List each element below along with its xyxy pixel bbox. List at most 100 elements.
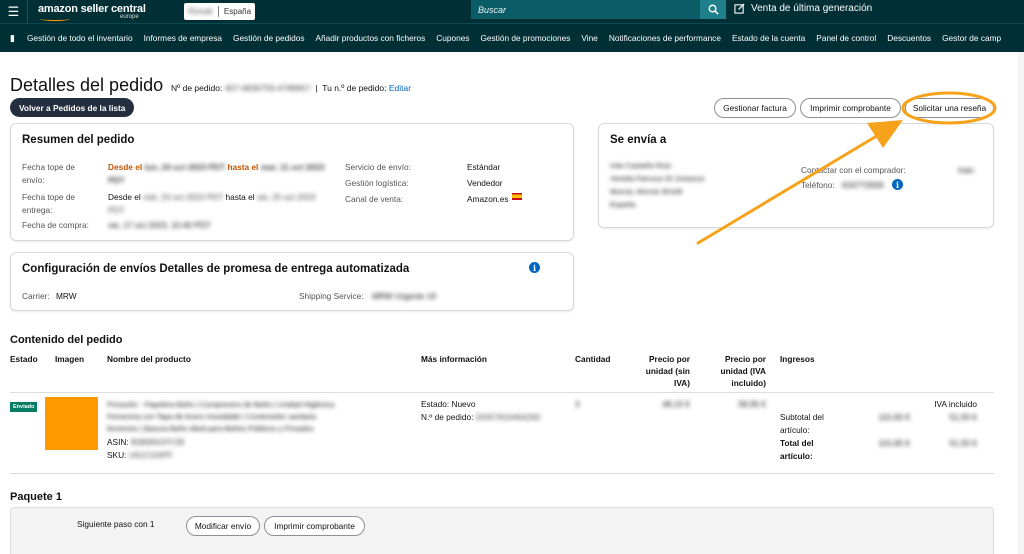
bookmark-icon[interactable]: ▮ — [10, 33, 15, 44]
deliver-by-label: Fecha tope de entrega: — [22, 192, 76, 215]
asin-line: ASIN: B0B9NGFFZB — [107, 436, 184, 449]
carrier-label: Carrier: — [22, 291, 50, 301]
shipping-config-title: Configuración de envíos Detalles de prom… — [22, 263, 410, 275]
modify-shipment-button[interactable]: Modificar envío — [186, 516, 260, 536]
deliver-by-end: vie, 25 oct — [256, 192, 295, 202]
iva-included-label: IVA incluido — [934, 399, 977, 409]
ship-by-mid: hasta el — [227, 162, 259, 172]
col-status: Estado — [10, 354, 38, 364]
amazon-smile-icon — [40, 17, 70, 21]
col-income: Ingresos — [780, 354, 815, 364]
phone-info-icon[interactable]: i — [892, 179, 903, 190]
deliver-by-prefix: Desde el — [108, 192, 141, 202]
ship-to-name: Iván Castaño Ruiz — [610, 161, 672, 170]
col-image: Imagen — [55, 354, 85, 364]
nav-item-discounts[interactable]: Descuentos — [887, 33, 931, 43]
product-name-line-2[interactable]: Femenina con Tapa de Acero Inoxidable | … — [107, 411, 407, 424]
subtotal-value: 115,65 € — [878, 412, 910, 422]
marketplace-name: España — [223, 7, 252, 16]
next-step-label: Siguiente paso con 1 — [77, 519, 155, 529]
col-quantity: Cantidad — [575, 354, 611, 364]
purchase-date-value: vie, 17 oct 2023, 10:40 PDT — [108, 220, 211, 230]
total-iva-value: 51,55 € — [949, 438, 977, 448]
order-summary-title: Resumen del pedido — [22, 134, 135, 146]
manage-invoice-button[interactable]: Gestionar factura — [714, 98, 796, 118]
product-name-line-3[interactable]: femenino | Basura Baño Ideal para Baños … — [107, 423, 407, 436]
request-review-button[interactable]: Solicitar una reseña — [905, 98, 994, 118]
sales-channel-value: Amazon.es — [467, 193, 522, 206]
shipping-service-config-label: Shipping Service: — [299, 291, 364, 301]
ship-by-label: Fecha tope de envío: — [22, 162, 76, 185]
search-bar[interactable]: Buscar — [471, 0, 726, 19]
deliver-by-start: mié, 23 oct 2023 PDT — [143, 192, 224, 202]
nav-item-campaigns[interactable]: Gestor de camp — [942, 33, 1001, 43]
back-to-orders-button[interactable]: Volver a Pedidos de la lista — [10, 98, 135, 117]
marketplace-switcher[interactable]: Rtzoak España — [184, 3, 256, 20]
total-value: 115,65 € — [878, 438, 910, 448]
item-order-line: N.º de pedido: 55457816464260 — [421, 411, 540, 424]
quantity-value: 3 — [575, 399, 580, 409]
seller-central-logo[interactable]: amazon seller central europe — [38, 2, 158, 22]
nav-item-dashboard[interactable]: Panel de control — [816, 33, 876, 43]
print-receipt-button[interactable]: Imprimir comprobante — [800, 98, 901, 118]
contact-buyer-label: Contactar con el comprador: — [801, 165, 906, 175]
asin-value: B0B9NGFFZB — [130, 437, 185, 447]
next-gen-label: Venta de última generación — [751, 3, 873, 14]
ship-to-title: Se envía a — [610, 134, 667, 146]
ship-to-country: España — [610, 200, 636, 209]
carrier-value: MRW — [56, 291, 77, 301]
product-image[interactable] — [45, 397, 98, 450]
subtotal-label: Subtotal del artículo: — [780, 412, 824, 435]
search-input[interactable]: Buscar — [478, 5, 700, 15]
product-name-line-1[interactable]: Pricación - Papelera Baño | Compresero d… — [107, 399, 407, 412]
fulfillment-label: Gestión logística: — [345, 178, 409, 188]
nav-item-coupons[interactable]: Cupones — [436, 33, 469, 43]
ship-to-city: Murcia, Murcia 30108 — [610, 187, 683, 196]
page-title: Detalles del pedido — [10, 75, 164, 95]
package-title: Paquete 1 — [10, 491, 62, 503]
edit-link[interactable]: Editar — [389, 83, 411, 93]
nav-item-vine[interactable]: Vine — [581, 33, 597, 43]
contact-buyer-link[interactable]: Iván — [958, 164, 974, 177]
condition-line: Estado: Nuevo — [421, 398, 475, 411]
total-label: Total del artículo: — [780, 438, 814, 461]
ship-by-end: mar, 11 oct — [260, 162, 304, 172]
condition-label: Estado: — [421, 399, 450, 409]
print-package-receipt-button[interactable]: Imprimir comprobante — [264, 516, 365, 536]
nav-item-notifications[interactable]: Notificaciones de performance — [609, 33, 721, 43]
search-button[interactable] — [700, 0, 726, 19]
sales-channel-text: Amazon.es — [467, 194, 509, 204]
shipping-service-config-value: MRW Urgente 19 — [372, 291, 436, 301]
order-contents-title: Contenido del pedido — [10, 334, 123, 346]
asin-label: ASIN: — [107, 437, 129, 447]
fulfillment-value: Vendedor — [467, 178, 503, 188]
condition-value: Nuevo — [451, 399, 476, 409]
nav-item-promotions[interactable]: Gestión de promociones — [480, 33, 570, 43]
menu-icon[interactable]: ☰ — [0, 0, 28, 23]
order-number: 407-6836756-4788957 — [224, 83, 311, 93]
table-divider — [10, 392, 994, 393]
deliver-by-mid: hasta el — [225, 192, 255, 202]
phone-value: 633772009 — [842, 180, 884, 190]
nav-bar: ▮ Gestión de todo el inventario Informes… — [0, 23, 1024, 52]
nav-item-account-health[interactable]: Estado de la cuenta — [732, 33, 805, 43]
col-more-info: Más información — [421, 354, 487, 364]
col-unit-price: Precio por unidad (sin IVA) — [645, 354, 690, 388]
shipping-config-info-icon[interactable]: i — [529, 262, 540, 273]
nav-item-orders[interactable]: Gestión de pedidos — [233, 33, 305, 43]
edit-external-icon — [734, 3, 745, 14]
subtotal-iva-value: 51,55 € — [949, 412, 977, 422]
unit-price-iva-value: 58,95 € — [738, 399, 766, 409]
item-order-label: N.º de pedido: — [421, 412, 474, 422]
ship-by-prefix: Desde el — [108, 162, 143, 172]
nav-item-add-products[interactable]: Añadir productos con ficheros — [315, 33, 425, 43]
deliver-by-value: Desde el mié, 23 oct 2023 PDT hasta el v… — [108, 191, 333, 216]
ship-by-value: Desde el lun, 24 oct 2023 PDT hasta el m… — [108, 161, 333, 186]
col-product: Nombre del producto — [107, 354, 191, 364]
next-gen-link[interactable]: Venta de última generación — [734, 3, 872, 14]
scrollbar[interactable] — [1018, 52, 1024, 554]
nav-item-reports[interactable]: Informes de empresa — [144, 33, 222, 43]
item-order-value: 55457816464260 — [475, 412, 541, 422]
nav-item-inventory[interactable]: Gestión de todo el inventario — [27, 33, 133, 43]
sku-value: U61CGNPF — [128, 450, 173, 460]
